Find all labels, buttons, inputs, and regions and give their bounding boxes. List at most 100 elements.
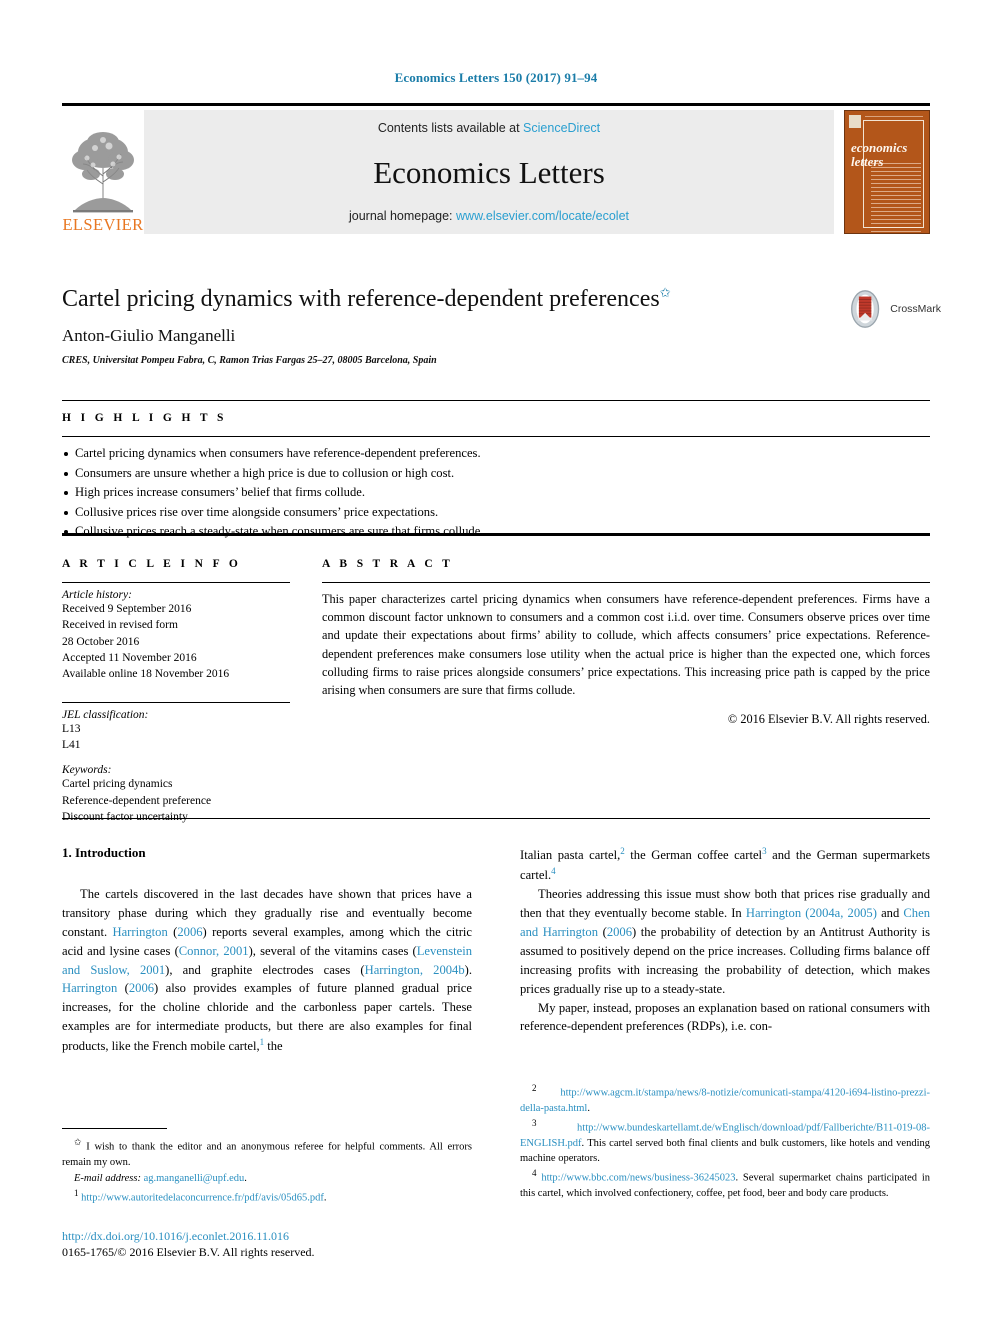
list-item: Cartel pricing dynamics when consumers h… (62, 444, 930, 464)
intro-paragraph-4: My paper, instead, proposes an explanati… (520, 999, 930, 1037)
elsevier-logo: ELSEVIER (62, 110, 144, 234)
article-history-label: Article history: (62, 589, 132, 601)
cover-top-rule (865, 116, 923, 117)
body-text-run: ( (167, 924, 178, 939)
running-head: Economics Letters 150 (2017) 91–94 (394, 70, 598, 85)
crossmark-icon (851, 290, 880, 328)
page-title: Cartel pricing dynamics with reference-d… (62, 285, 832, 313)
highlights-section: H I G H L I G H T S Cartel pricing dynam… (62, 412, 930, 542)
email-label: E-mail address: (74, 1172, 141, 1184)
body-text-run: ( (117, 981, 129, 996)
footnote-email: E-mail address: ag.manganelli@upf.edu. (74, 1172, 247, 1184)
elsevier-wordmark: ELSEVIER (62, 214, 144, 234)
citation-link[interactable]: Harrington (113, 925, 168, 939)
footnote-4-link[interactable]: http://www.bbc.com/news/business-3624502… (541, 1173, 735, 1184)
citation-link[interactable]: Harrington, 2004b (365, 963, 465, 977)
cover-publisher-mark (849, 115, 861, 128)
history-line: Accepted 11 November 2016 (62, 651, 197, 664)
footnote-star: ✩ I wish to thank the editor and an anon… (62, 1136, 472, 1170)
abstract-divider (322, 582, 930, 583)
jel-divider (62, 701, 290, 703)
highlights-list: Cartel pricing dynamics when consumers h… (62, 444, 930, 542)
body-text-run: ( (598, 924, 607, 939)
citation-link[interactable]: Harrington (62, 981, 117, 995)
body-text-run: the (264, 1039, 283, 1054)
footnote-1: 1 http://www.autoritedelaconcurrence.fr/… (74, 1188, 327, 1204)
footnotes-left: ✩ I wish to thank the editor and an anon… (62, 1128, 472, 1207)
footer-block: http://dx.doi.org/10.1016/j.econlet.2016… (62, 1228, 492, 1260)
paper-page: Economics Letters 150 (2017) 91–94 ELSEV… (0, 0, 992, 1323)
body-text-run: ). (464, 962, 472, 977)
footnotes-right: 2 http://www.agcm.it/stampa/news/8-notiz… (520, 1082, 930, 1202)
jel-classification-label: JEL classification: (62, 708, 149, 721)
footnote-4: 4 http://www.bbc.com/news/business-36245… (520, 1167, 930, 1201)
keywords-label: Keywords: (62, 764, 112, 777)
divider-above-highlights (62, 400, 930, 401)
article-info-heading: A R T I C L E I N F O (62, 558, 242, 570)
intro-paragraph-3: Theories addressing this issue must show… (520, 885, 930, 998)
journal-homepage-line: journal homepage: www.elsevier.com/locat… (349, 209, 629, 223)
copyright-line: © 2016 Elsevier B.V. All rights reserved… (727, 712, 930, 727)
body-text-run: the German coffee cartel (624, 848, 763, 863)
footnote-3-tail: . This cartel served both final clients … (520, 1137, 930, 1164)
divider-below-abstract (62, 818, 930, 819)
body-column-left: 1. Introduction The cartels discovered i… (62, 845, 472, 1056)
homepage-prefix: journal homepage: (348, 209, 457, 223)
article-title-text: Cartel pricing dynamics with reference-d… (62, 286, 660, 312)
intro-paragraph-1: The cartels discovered in the last decad… (62, 885, 472, 1056)
body-text-run: ), and graphite electrodes cases ( (165, 962, 365, 977)
list-item: Consumers are unsure whether a high pric… (62, 464, 930, 484)
crossmark-badge[interactable]: CrossMark (845, 286, 941, 332)
journal-homepage-link[interactable]: www.elsevier.com/locate/ecolet (456, 209, 629, 223)
body-text-run: ), several of the vitamins cases ( (248, 943, 417, 958)
body-column-right: Italian pasta cartel,2 the German coffee… (520, 845, 930, 1056)
cover-title-line-1: economics (851, 140, 908, 155)
keyword: Reference-dependent preference (62, 794, 212, 807)
author-name: Anton-Giulio Manganelli (62, 326, 236, 346)
highlights-divider (62, 436, 930, 437)
history-line: Received 9 September 2016 (62, 603, 192, 615)
footnote-marker[interactable]: 4 (551, 866, 556, 876)
title-footnote-marker[interactable]: ✩ (660, 285, 671, 300)
journal-masthead: ELSEVIER Contents lists available at Sci… (62, 103, 930, 234)
citation-link[interactable]: 2006 (129, 981, 154, 995)
abstract-heading: A B S T R A C T (322, 558, 454, 570)
cover-contents-lines (871, 163, 921, 232)
citation-link[interactable]: Harrington (2004a, 2005) (746, 906, 877, 920)
footnote-3: 3 http://www.bundeskartellamt.de/wEnglis… (520, 1117, 930, 1166)
article-info-section: A R T I C L E I N F O Article history: R… (62, 558, 290, 825)
crossmark-label: CrossMark (890, 303, 941, 315)
citation-link[interactable]: 2006 (607, 925, 632, 939)
footnote-2-link[interactable]: http://www.agcm.it/stampa/news/8-notizie… (520, 1088, 930, 1114)
footnote-2: 2 http://www.agcm.it/stampa/news/8-notiz… (520, 1082, 930, 1116)
footnote-4-marker: 4 (532, 1168, 537, 1179)
sciencedirect-link[interactable]: ScienceDirect (523, 121, 600, 135)
issn-copyright-line: 0165-1765/© 2016 Elsevier B.V. All right… (62, 1245, 315, 1260)
footnote-1-link[interactable]: http://www.autoritedelaconcurrence.fr/pd… (81, 1193, 324, 1204)
title-block: Cartel pricing dynamics with reference-d… (62, 285, 832, 366)
body-text-run: Italian pasta cartel, (520, 848, 621, 863)
journal-cover-thumbnail: economics letters (844, 110, 930, 234)
citation-link[interactable]: Connor, 2001 (179, 944, 249, 958)
journal-title: Economics Letters (373, 154, 605, 190)
highlights-heading: H I G H L I G H T S (62, 412, 227, 424)
history-line: Available online 18 November 2016 (62, 668, 230, 681)
footnote-3-marker: 3 (532, 1117, 537, 1128)
doi-link[interactable]: http://dx.doi.org/10.1016/j.econlet.2016… (62, 1228, 492, 1244)
list-item: Collusive prices rise over time alongsid… (62, 503, 930, 523)
body-text-run: My paper, instead, proposes an explanati… (520, 1000, 930, 1034)
footnote-star-marker: ✩ (74, 1137, 82, 1147)
history-line: Received in revised form (62, 619, 178, 632)
footnote-star-text: I wish to thank the editor and an anonym… (62, 1141, 473, 1168)
divider-above-abstract (62, 533, 930, 536)
abstract-text: This paper characterizes cartel pricing … (322, 592, 930, 697)
abstract-section: A B S T R A C T This paper characterizes… (322, 558, 930, 825)
email-link[interactable]: ag.manganelli@upf.edu (144, 1173, 245, 1184)
section-title-introduction: 1. Introduction (62, 845, 146, 860)
article-info-divider (62, 582, 290, 583)
list-item: High prices increase consumers’ belief t… (62, 483, 930, 503)
history-line: 28 October 2016 (62, 635, 140, 648)
citation-link[interactable]: 2006 (177, 925, 202, 939)
intro-paragraph-2: Italian pasta cartel,2 the German coffee… (520, 845, 930, 885)
footnote-rule (62, 1128, 167, 1129)
